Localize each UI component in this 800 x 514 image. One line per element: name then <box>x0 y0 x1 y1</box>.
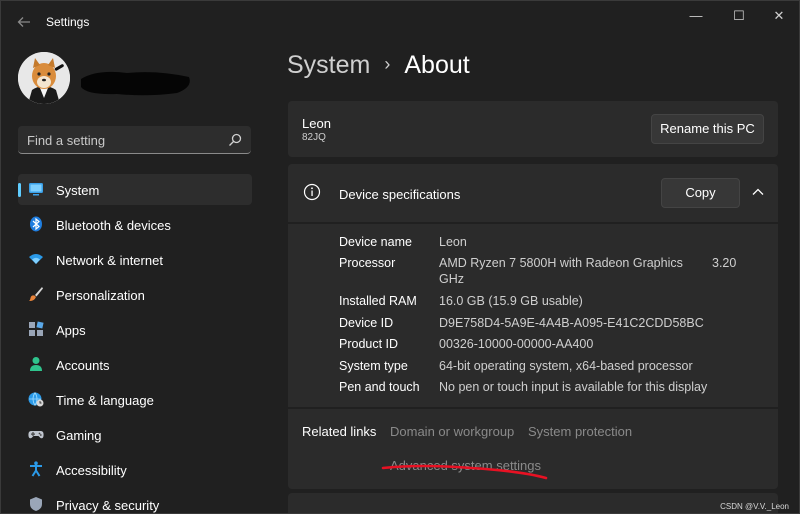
pc-model: 82JQ <box>302 132 326 143</box>
spec-value: 16.0 GB (15.9 GB usable) <box>439 294 583 308</box>
brush-icon <box>29 287 43 302</box>
breadcrumb-parent[interactable]: System <box>287 51 370 79</box>
info-icon <box>303 183 321 201</box>
sidebar-item-label: System <box>56 183 100 198</box>
spec-value: Leon <box>439 235 467 249</box>
gamepad-icon <box>28 431 44 439</box>
maximize-button[interactable]: ☐ <box>724 7 754 25</box>
pc-name: Leon <box>302 116 331 131</box>
copy-button[interactable]: Copy <box>661 178 740 208</box>
bluetooth-icon <box>30 216 42 232</box>
apps-icon <box>29 321 44 336</box>
watermark: CSDN @V.V._Leon <box>720 502 789 511</box>
sidebar-item-label: Personalization <box>56 288 145 303</box>
wifi-icon <box>29 254 43 264</box>
next-card <box>288 493 778 513</box>
accessibility-icon <box>30 461 42 477</box>
avatar[interactable] <box>18 52 70 104</box>
device-specs-header[interactable]: Device specifications Copy <box>288 164 778 222</box>
spec-value: No pen or touch input is available for t… <box>439 380 708 394</box>
chevron-up-icon[interactable] <box>750 184 766 200</box>
spec-value: AMD Ryzen 7 5800H with Radeon Graphics <box>439 256 683 270</box>
spec-value: D9E758D4-5A9E-4A4B-A095-E41C2CDD58BC <box>439 316 704 330</box>
spec-value: 00326-10000-00000-AA400 <box>439 337 594 351</box>
spec-label: System type <box>339 359 408 373</box>
sidebar-item-time-language[interactable]: Time & language <box>18 384 252 415</box>
sidebar-item-label: Time & language <box>56 393 154 408</box>
related-links-title: Related links <box>302 424 377 439</box>
sidebar-item-personalization[interactable]: Personalization <box>18 279 252 310</box>
redacted-user-name <box>77 67 193 97</box>
globe-clock-icon <box>28 392 44 407</box>
spec-value: 64-bit operating system, x64-based proce… <box>439 359 693 373</box>
sidebar-item-label: Bluetooth & devices <box>56 218 171 233</box>
person-icon <box>30 357 42 371</box>
sidebar-item-accessibility[interactable]: Accessibility <box>18 454 252 485</box>
pc-name-card: Leon 82JQ Rename this PC <box>288 101 778 157</box>
annotation-underline <box>381 464 548 480</box>
settings-window: Settings — ☐ ✕ Find a setting System Blu… <box>0 0 800 514</box>
breadcrumb: System › About <box>287 51 470 80</box>
sidebar-item-network[interactable]: Network & internet <box>18 244 252 275</box>
sidebar-item-privacy[interactable]: Privacy & security <box>18 489 252 513</box>
breadcrumb-separator: › <box>384 54 391 74</box>
arrow-left-icon <box>17 17 30 27</box>
search-input[interactable]: Find a setting <box>27 133 105 148</box>
sidebar-item-label: Privacy & security <box>56 498 160 513</box>
spec-value-speed: 3.20 <box>712 256 737 270</box>
link-domain-workgroup[interactable]: Domain or workgroup <box>390 424 514 439</box>
spec-label: Pen and touch <box>339 380 420 394</box>
spec-label: Installed RAM <box>339 294 417 308</box>
sidebar-item-label: Gaming <box>56 428 102 443</box>
spec-label: Device name <box>339 235 412 249</box>
title-bar: Settings — ☐ ✕ <box>1 1 799 43</box>
page-title: About <box>404 51 470 79</box>
app-title: Settings <box>46 15 90 29</box>
sidebar-nav: System Bluetooth & devices Network & int… <box>18 174 252 513</box>
link-system-protection[interactable]: System protection <box>528 424 632 439</box>
close-button[interactable]: ✕ <box>764 7 794 25</box>
sidebar-item-label: Accounts <box>56 358 110 373</box>
sidebar-item-gaming[interactable]: Gaming <box>18 419 252 450</box>
sidebar-item-system[interactable]: System <box>18 174 252 205</box>
sidebar-item-label: Apps <box>56 323 86 338</box>
sidebar-item-accounts[interactable]: Accounts <box>18 349 252 380</box>
spec-label: Device ID <box>339 316 394 330</box>
shield-icon <box>30 497 42 511</box>
back-button[interactable] <box>13 12 35 32</box>
device-specs-title: Device specifications <box>339 187 461 202</box>
minimize-button[interactable]: — <box>681 7 711 25</box>
spec-value-unit: GHz <box>439 272 464 286</box>
rename-pc-button[interactable]: Rename this PC <box>651 114 764 144</box>
spec-label: Product ID <box>339 337 399 351</box>
search-icon[interactable] <box>228 133 242 147</box>
sidebar-item-label: Network & internet <box>56 253 163 268</box>
monitor-icon <box>29 183 43 196</box>
sidebar-item-label: Accessibility <box>56 463 127 478</box>
device-specs-body: Device name Leon Processor AMD Ryzen 7 5… <box>288 224 778 407</box>
sidebar-item-bluetooth[interactable]: Bluetooth & devices <box>18 209 252 240</box>
spec-label: Processor <box>339 256 396 270</box>
sidebar-item-apps[interactable]: Apps <box>18 314 252 345</box>
search-box[interactable]: Find a setting <box>18 126 251 154</box>
